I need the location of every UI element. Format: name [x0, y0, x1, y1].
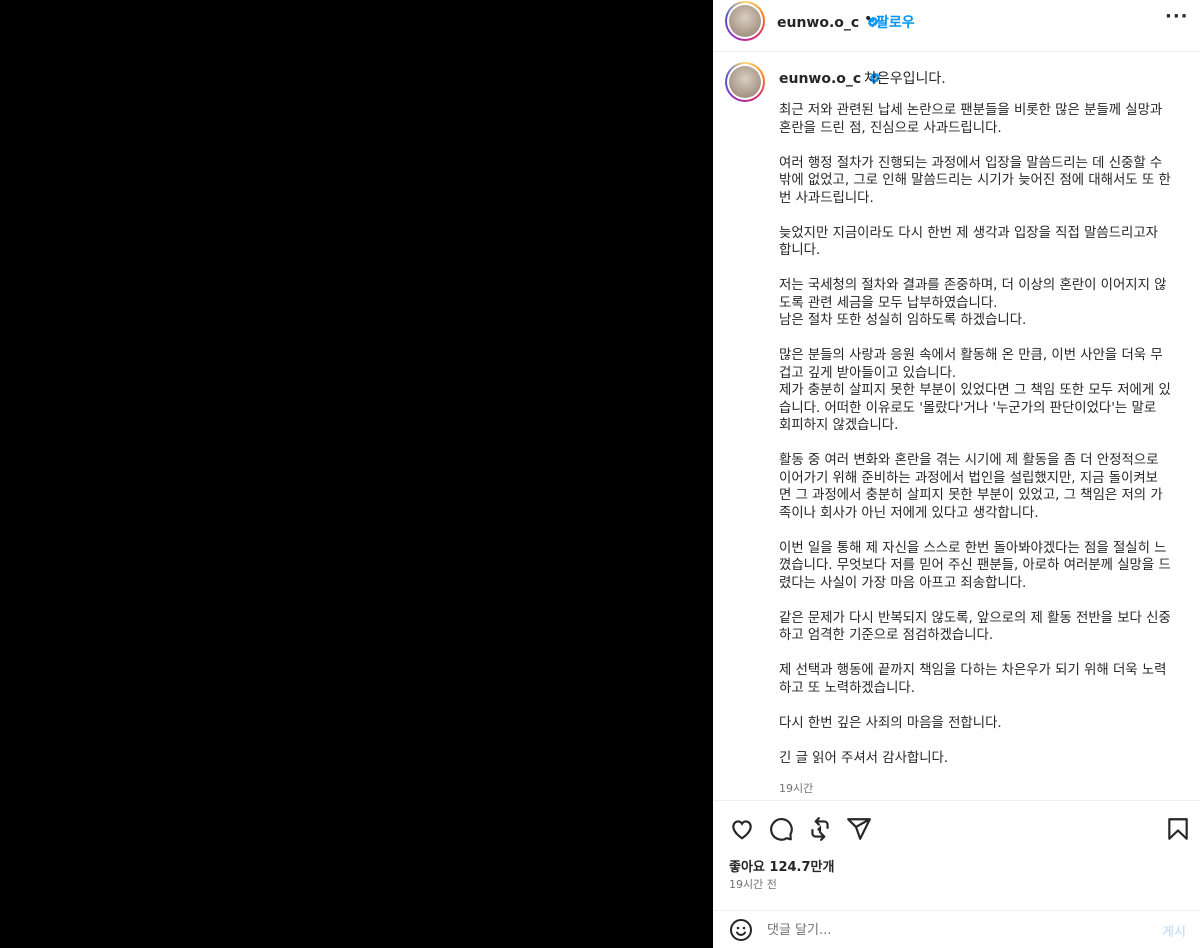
- heart-icon[interactable]: [729, 816, 755, 842]
- comment-input[interactable]: [767, 919, 1127, 941]
- caption-username[interactable]: eunwo.o_c: [779, 71, 861, 87]
- header-username[interactable]: eunwo.o_c: [777, 15, 859, 31]
- share-icon[interactable]: [846, 816, 872, 842]
- repost-icon[interactable]: [807, 816, 833, 842]
- follow-button[interactable]: 팔로우: [876, 12, 915, 32]
- caption-area[interactable]: eunwo.o_c 차은우입니다. 최근 저와 관련된 납세 논란으로 팬분들을…: [713, 52, 1200, 800]
- bookmark-icon[interactable]: [1165, 816, 1191, 842]
- post-side-panel: eunwo.o_c • 팔로우 ··· eunwo.o_c 차은우입니다. 최근…: [713, 0, 1200, 948]
- caption-timestamp[interactable]: 19시간: [779, 780, 813, 796]
- caption-text: 최근 저와 관련된 납세 논란으로 팬분들을 비롯한 많은 분들께 실망과 혼란…: [779, 103, 1171, 766]
- comment-box: 게시: [713, 910, 1200, 948]
- action-bar: 좋아요 124.7만개 19시간 전: [713, 800, 1200, 910]
- post-time[interactable]: 19시간 전: [729, 876, 777, 892]
- caption-first-line: 차은우입니다.: [864, 71, 946, 87]
- post-header: eunwo.o_c • 팔로우 ···: [713, 0, 1200, 52]
- caption-avatar[interactable]: [725, 62, 765, 102]
- post-media-area: [0, 0, 713, 948]
- more-options-icon[interactable]: ···: [1165, 6, 1189, 27]
- separator-dot: •: [864, 11, 873, 27]
- comment-icon[interactable]: [768, 816, 794, 842]
- avatar[interactable]: [725, 1, 765, 41]
- likes-count[interactable]: 좋아요 124.7만개: [729, 856, 834, 875]
- post-comment-button[interactable]: 게시: [1162, 921, 1186, 940]
- emoji-icon[interactable]: [729, 918, 753, 942]
